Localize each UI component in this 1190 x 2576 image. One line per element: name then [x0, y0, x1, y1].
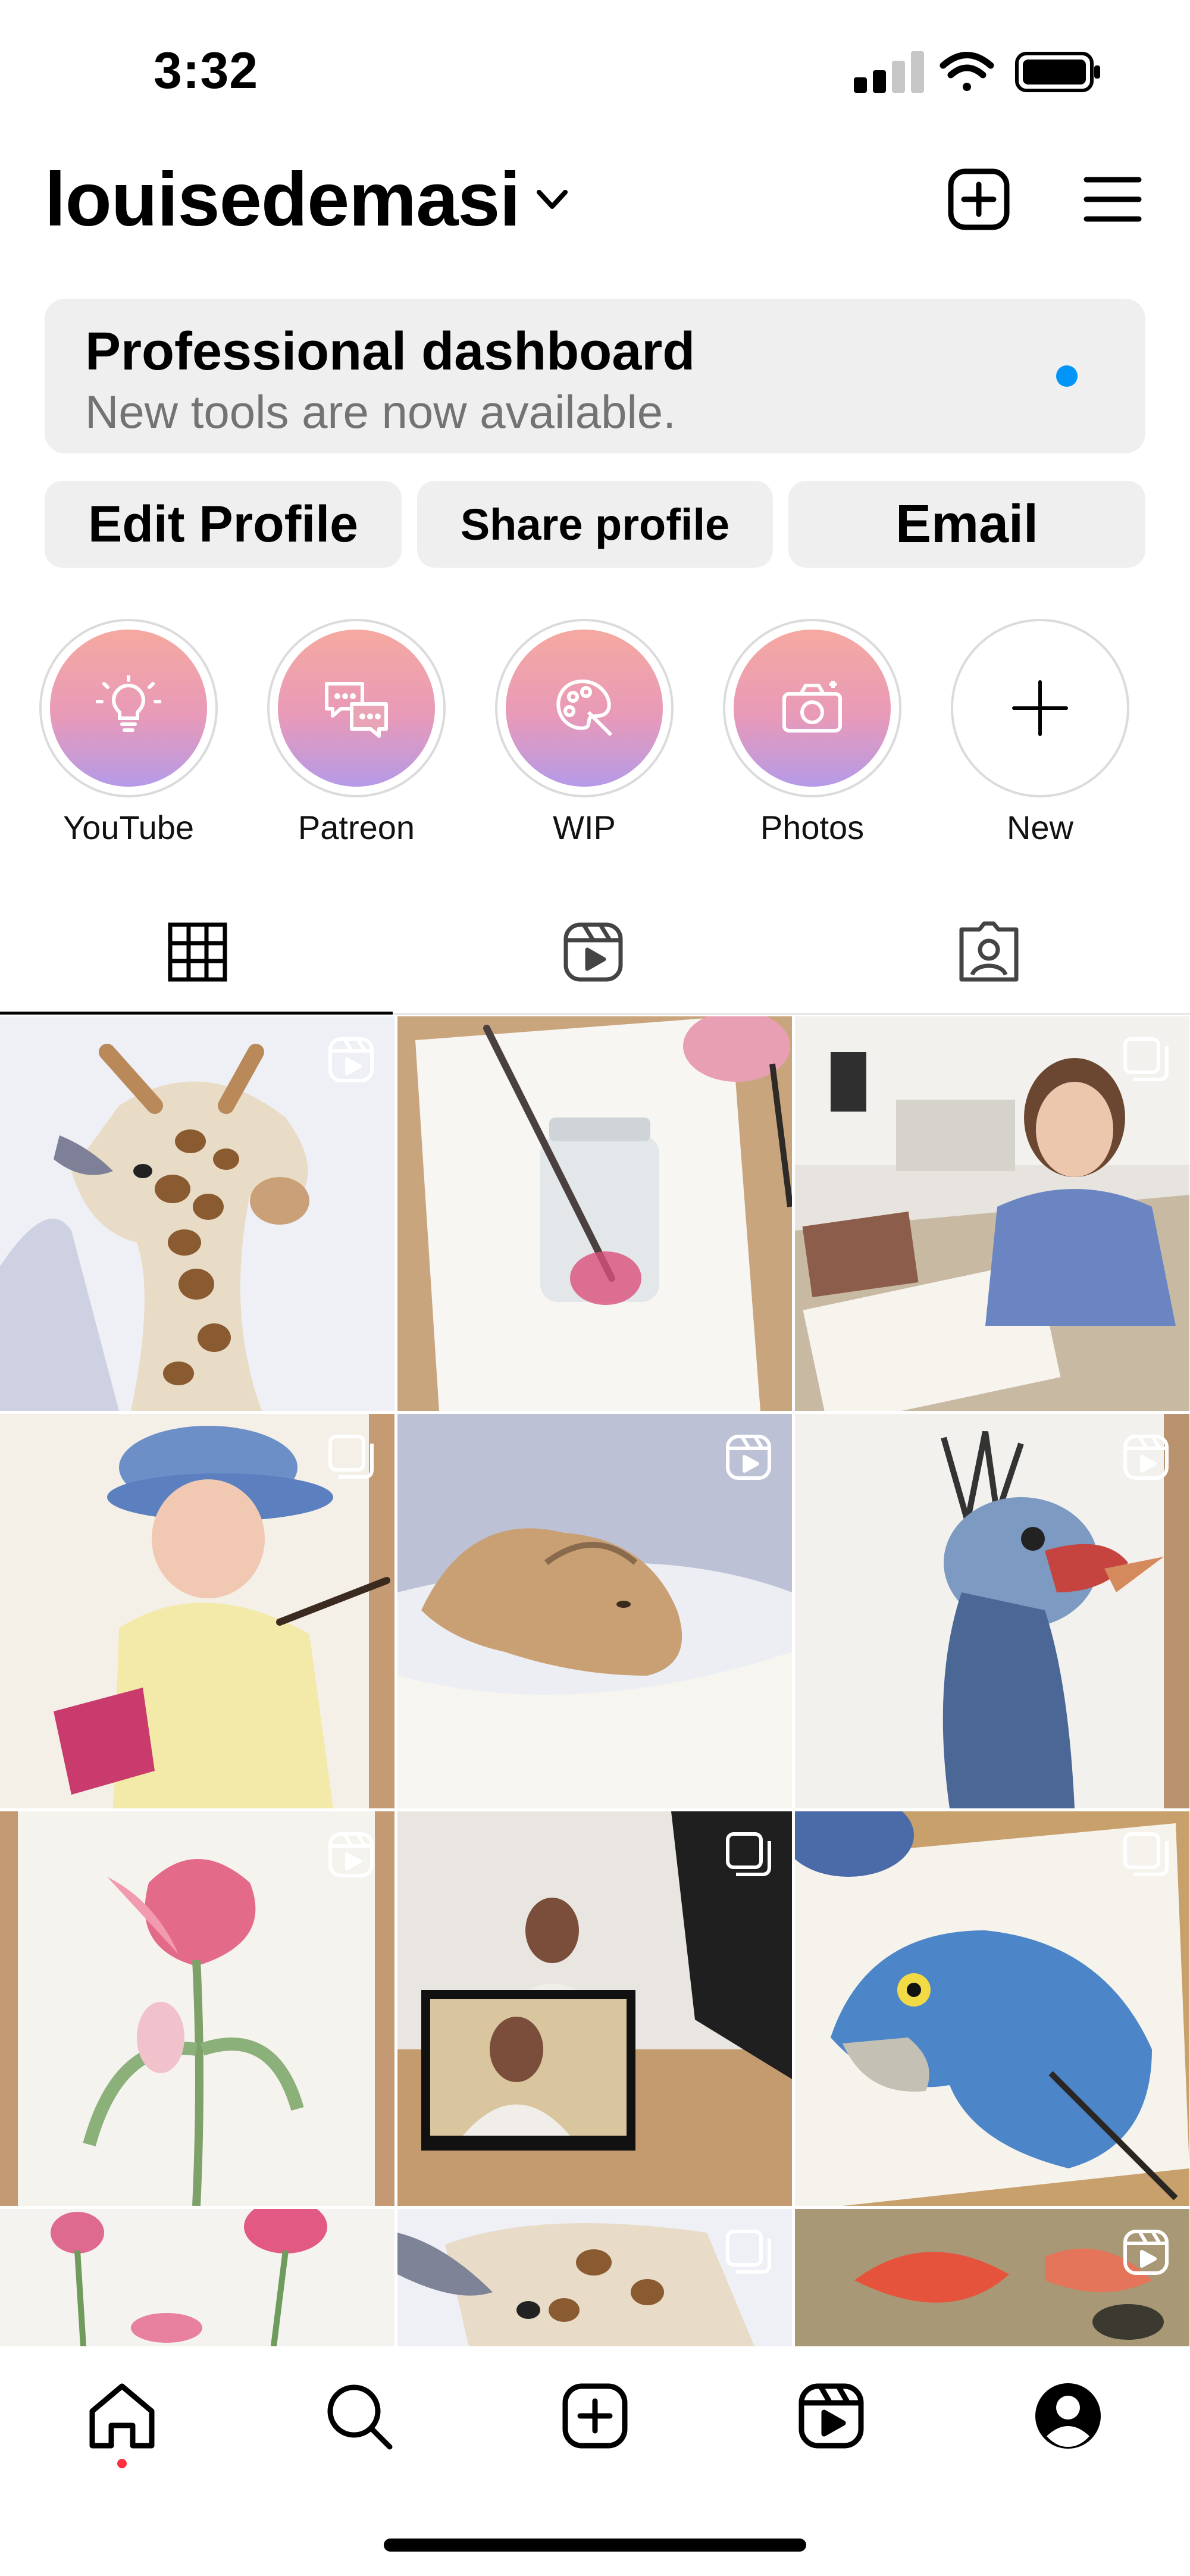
multiple-posts-icon	[328, 1435, 374, 1479]
post-fish[interactable]	[795, 2209, 1189, 2346]
highlight-wip[interactable]: WIP	[495, 619, 674, 857]
new-post-icon[interactable]	[946, 167, 1012, 232]
email-button[interactable]: Email	[788, 481, 1145, 568]
lightbulb-icon	[96, 675, 161, 732]
highlight-label: YouTube	[62, 809, 195, 846]
edit-profile-button[interactable]: Edit Profile	[45, 481, 402, 568]
dashboard-title: Professional dashboard	[85, 322, 696, 381]
multiple-posts-icon	[1123, 1037, 1169, 1081]
post-guinea-fowl[interactable]	[795, 1414, 1189, 1808]
profile-icon[interactable]	[1032, 2380, 1104, 2452]
highlight-photos[interactable]: Photos	[723, 619, 901, 857]
grid-icon[interactable]	[167, 921, 228, 983]
chat-bubbles-icon	[325, 682, 388, 738]
status-time: 3:32	[154, 42, 259, 99]
multiple-posts-icon	[1123, 1832, 1169, 1876]
post-pink-tulips[interactable]	[0, 2209, 394, 2346]
battery-icon	[1015, 52, 1100, 92]
share-profile-button[interactable]: Share profile	[417, 481, 773, 568]
create-icon[interactable]	[559, 2380, 631, 2452]
reel-badge-icon	[1123, 1435, 1169, 1480]
highlight-patreon[interactable]: Patreon	[267, 619, 446, 857]
highlight-new[interactable]: New	[951, 619, 1129, 857]
notification-dot	[117, 2459, 127, 2468]
highlight-label: New	[1006, 809, 1074, 846]
highlight-label: Photos	[760, 809, 865, 846]
camera-icon	[782, 681, 842, 733]
post-tulip[interactable]	[0, 1811, 394, 2206]
post-parrot[interactable]	[795, 1811, 1189, 2206]
home-indicator	[384, 2539, 806, 2552]
reels-icon[interactable]	[796, 2380, 867, 2452]
post-lioness[interactable]	[397, 1414, 792, 1808]
multiple-posts-icon	[726, 2230, 771, 2274]
dashboard-subtitle: New tools are now available.	[85, 386, 676, 438]
chevron-down-icon[interactable]	[536, 187, 569, 211]
profile-username[interactable]: louisedemasi	[45, 156, 521, 243]
status-icons	[854, 51, 1100, 93]
active-tab-indicator	[0, 1012, 393, 1015]
reel-badge-icon	[328, 1037, 374, 1082]
reel-badge-icon	[328, 1832, 374, 1877]
post-studio-video[interactable]	[397, 1811, 792, 2206]
professional-dashboard[interactable]: Professional dashboard New tools are now…	[45, 299, 1145, 453]
post-giraffe-closeup[interactable]	[397, 2209, 792, 2346]
menu-icon[interactable]	[1083, 173, 1142, 226]
highlight-label: Patreon	[298, 809, 415, 846]
plus-icon	[1012, 680, 1068, 736]
notification-dot	[1056, 365, 1078, 387]
reel-badge-icon	[726, 1435, 771, 1480]
palette-icon	[556, 680, 613, 737]
post-jar[interactable]	[397, 1016, 792, 1411]
wifi-icon	[940, 52, 994, 91]
post-giraffe[interactable]	[0, 1016, 394, 1411]
multiple-posts-icon	[726, 1832, 771, 1876]
reels-tab-icon[interactable]	[562, 921, 624, 983]
reel-badge-icon	[1123, 2230, 1169, 2275]
search-icon[interactable]	[323, 2380, 394, 2452]
highlight-label: WIP	[553, 809, 616, 846]
highlight-youtube[interactable]: YouTube	[39, 619, 218, 857]
home-icon[interactable]	[86, 2380, 158, 2452]
post-artist-desk[interactable]	[795, 1016, 1189, 1411]
post-child-hat[interactable]	[0, 1414, 394, 1808]
tagged-icon[interactable]	[958, 921, 1020, 983]
signal-icon	[854, 51, 924, 93]
